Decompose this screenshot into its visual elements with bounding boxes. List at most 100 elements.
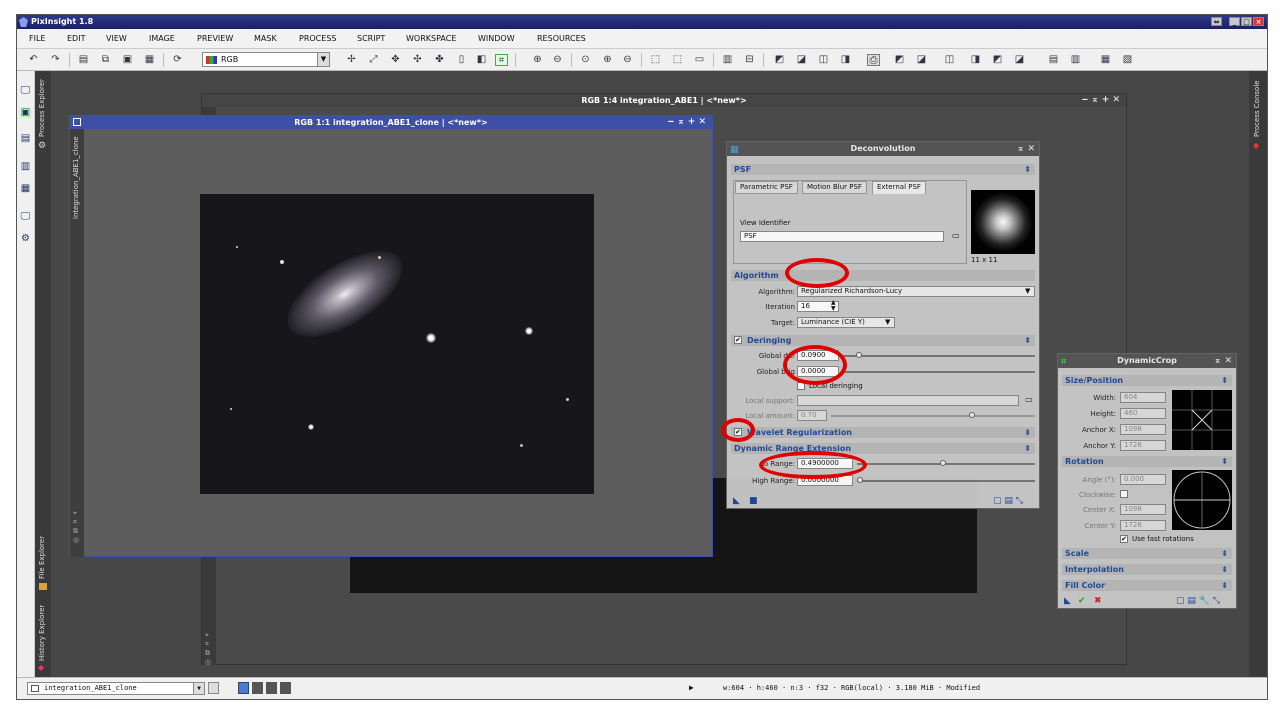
- menu-window[interactable]: WINDOW: [478, 34, 515, 43]
- panel-footer-icons[interactable]: ▢ ▤ ⤡: [993, 496, 1023, 506]
- local-support-input[interactable]: [797, 395, 1019, 406]
- deringing-checkbox[interactable]: ✔: [734, 336, 742, 344]
- center-y-input[interactable]: 1726: [1120, 520, 1166, 531]
- preview-icon[interactable]: ▥: [721, 54, 734, 66]
- restore-icon[interactable]: ⇔: [1211, 17, 1222, 26]
- color-mode-select[interactable]: RGB ▼: [202, 52, 330, 67]
- select-view-icon[interactable]: ▭: [1025, 395, 1033, 404]
- scale-section-header[interactable]: Scale ⇟: [1062, 548, 1232, 559]
- crop-icon[interactable]: ⌗: [495, 54, 508, 66]
- console-icon[interactable]: ▥: [1069, 54, 1082, 66]
- local-amount-knob[interactable]: [969, 412, 975, 418]
- menu-image[interactable]: IMAGE: [149, 34, 175, 43]
- front-window-controls-icon[interactable]: ‒ ⌅ + ✕: [668, 116, 706, 129]
- center-x-input[interactable]: 1098: [1120, 504, 1166, 515]
- tools-icon[interactable]: ⌖ ⌗ ⧉ ◎: [205, 631, 211, 666]
- mask-red-icon[interactable]: ◩: [991, 54, 1004, 66]
- interpolation-section-header[interactable]: Interpolation ⇟: [1062, 564, 1232, 575]
- angle-input[interactable]: 0.000: [1120, 474, 1166, 485]
- channel-rgb-button[interactable]: [238, 682, 249, 694]
- tab-file-explorer[interactable]: File Explorer: [38, 536, 46, 579]
- anchor-y-input[interactable]: 1726: [1120, 440, 1166, 451]
- explorer-left-icon[interactable]: ▤: [19, 133, 32, 145]
- channel-icon[interactable]: ▣: [121, 54, 134, 66]
- crop-footer-icons[interactable]: ▢ ▤ 🔧 ⤡: [1176, 596, 1220, 606]
- monitor-alt-icon[interactable]: 🖵: [19, 211, 32, 223]
- menu-script[interactable]: SCRIPT: [357, 34, 385, 43]
- menu-view[interactable]: VIEW: [106, 34, 127, 43]
- clockwise-checkbox[interactable]: [1120, 490, 1128, 498]
- stf-auto-icon[interactable]: ◪: [795, 54, 808, 66]
- anchor-grid[interactable]: [1172, 390, 1232, 450]
- size-position-section-header[interactable]: Size/Position ⇞: [1062, 375, 1232, 386]
- stf-icon[interactable]: ◩: [773, 54, 786, 66]
- minimize-button[interactable]: _: [1229, 17, 1240, 26]
- execute-icon[interactable]: ✔: [1078, 596, 1086, 606]
- redo-icon[interactable]: ↷: [49, 54, 62, 66]
- panel-close-icon[interactable]: ⌅ ✕: [1017, 142, 1035, 156]
- fill-color-section-header[interactable]: Fill Color ⇟: [1062, 580, 1232, 591]
- window-controls-icon[interactable]: ‒ ⌅ + ✕: [1082, 94, 1120, 107]
- maximize-button[interactable]: □: [1241, 17, 1252, 26]
- low-range-knob[interactable]: [940, 460, 946, 466]
- menu-mask[interactable]: MASK: [254, 34, 277, 43]
- view-window-icon[interactable]: [208, 682, 219, 694]
- high-range-slider[interactable]: [857, 480, 1035, 482]
- script-editor-icon[interactable]: ▦: [1099, 54, 1112, 66]
- menu-preview[interactable]: PREVIEW: [197, 34, 233, 43]
- tab-process-explorer[interactable]: Process Explorer: [38, 79, 46, 137]
- tab-parametric-psf[interactable]: Parametric PSF: [735, 181, 798, 194]
- deringing-section-header[interactable]: Deringing ⇞: [731, 335, 1035, 346]
- zoom-out-icon[interactable]: ⊖: [551, 54, 564, 66]
- low-range-slider[interactable]: [857, 463, 1035, 465]
- tab-motion-blur-psf[interactable]: Motion Blur PSF: [802, 181, 867, 194]
- view-selector[interactable]: integration_ABE1_clone ▼: [27, 682, 205, 695]
- drag-icon[interactable]: ✤: [433, 54, 446, 66]
- new-image-icon[interactable]: ▤: [77, 54, 90, 66]
- new-instance-icon[interactable]: ◣: [733, 496, 740, 506]
- tab-external-psf[interactable]: External PSF: [872, 181, 926, 194]
- track-view-icon[interactable]: ⎙: [867, 54, 880, 66]
- fast-rotations-checkbox[interactable]: ✔: [1120, 535, 1128, 543]
- mask-link-icon[interactable]: ◪: [1013, 54, 1026, 66]
- mask-enable-icon[interactable]: ◫: [943, 54, 956, 66]
- zoom-in-icon[interactable]: ⊕: [531, 54, 544, 66]
- readout-icon[interactable]: ✢: [345, 54, 358, 66]
- view-identifier-input[interactable]: PSF: [740, 231, 944, 242]
- stepper-icon[interactable]: ▲ ▼: [831, 300, 836, 312]
- tab-history-explorer[interactable]: History Explorer: [38, 605, 46, 661]
- image-tab-label[interactable]: integration_ABE1_clone: [72, 136, 80, 219]
- mask-invert-icon[interactable]: ◪: [915, 54, 928, 66]
- crop-panel-close-icon[interactable]: ⌅ ✕: [1214, 354, 1232, 368]
- channel-b-button[interactable]: [280, 682, 291, 694]
- channel-r-button[interactable]: [252, 682, 263, 694]
- algorithm-select[interactable]: Regularized Richardson-Lucy: [797, 286, 1035, 297]
- zoom-out-alt-icon[interactable]: ⊖: [621, 54, 634, 66]
- mask-icon[interactable]: ◧: [475, 54, 488, 66]
- tab-process-console[interactable]: Process Console: [1253, 80, 1261, 137]
- pan-icon[interactable]: ✣: [411, 54, 424, 66]
- width-input[interactable]: 604: [1120, 392, 1166, 403]
- mask-show-icon[interactable]: ◩: [893, 54, 906, 66]
- global-dark-slider[interactable]: [843, 355, 1035, 357]
- image-window-front[interactable]: RGB 1:1 integration_ABE1_clone | <*new*>…: [69, 115, 713, 557]
- page-icon[interactable]: ▯: [455, 54, 468, 66]
- script-run-icon[interactable]: ▧: [1121, 54, 1134, 66]
- stf-reset-icon[interactable]: ◫: [817, 54, 830, 66]
- undo-icon[interactable]: ↶: [27, 54, 40, 66]
- move-icon[interactable]: ✥: [389, 54, 402, 66]
- anchor-x-input[interactable]: 1098: [1120, 424, 1166, 435]
- cancel-icon[interactable]: ✖: [1094, 596, 1102, 606]
- rotation-section-header[interactable]: Rotation ⇞: [1062, 456, 1232, 467]
- high-range-knob[interactable]: [857, 477, 863, 483]
- global-bright-slider[interactable]: [843, 371, 1035, 373]
- fit-view-icon[interactable]: ⬚: [649, 54, 662, 66]
- algorithm-section-header[interactable]: Algorithm: [731, 270, 1035, 281]
- image-icon[interactable]: ▣: [19, 107, 32, 119]
- target-select[interactable]: Luminance (CIE Y): [797, 317, 895, 328]
- galaxy-image-canvas[interactable]: [200, 194, 594, 494]
- crop-new-instance-icon[interactable]: ◣: [1064, 596, 1071, 606]
- menu-workspace[interactable]: WORKSPACE: [406, 34, 456, 43]
- extract-icon[interactable]: ▦: [143, 54, 156, 66]
- menu-edit[interactable]: EDIT: [67, 34, 85, 43]
